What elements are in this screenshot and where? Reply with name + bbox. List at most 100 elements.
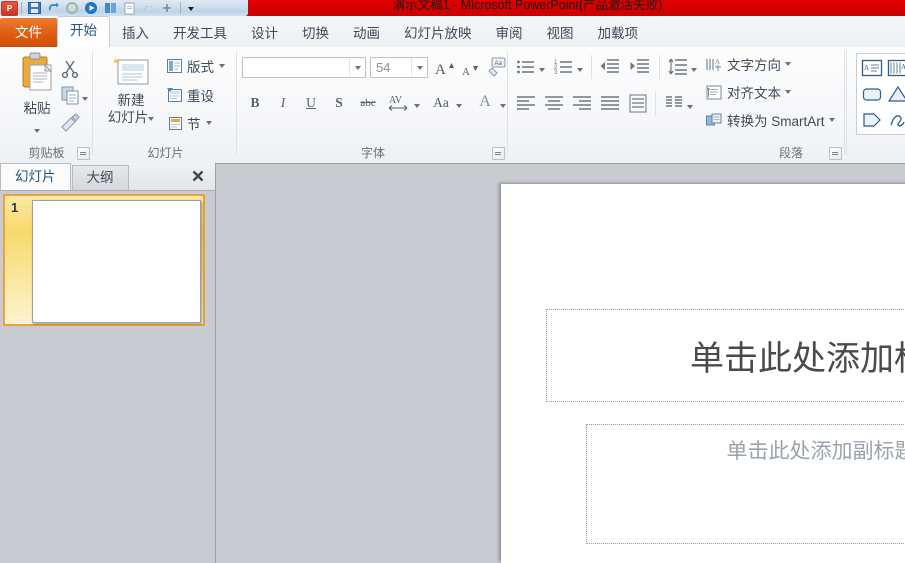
text-box-shape-icon[interactable]: A	[860, 56, 884, 80]
distribute-text-button[interactable]	[627, 93, 649, 115]
strikethrough-button[interactable]: abc	[354, 92, 382, 114]
italic-button[interactable]: I	[272, 92, 294, 114]
new-slide-label-1: 新建	[117, 93, 145, 108]
triangle-shape-icon[interactable]	[886, 82, 905, 106]
grow-font-button[interactable]: A	[432, 56, 456, 79]
undo-icon[interactable]	[46, 1, 61, 15]
quick-access-toolbar[interactable]: P	[0, 0, 248, 16]
text-shadow-button[interactable]: S	[328, 92, 350, 114]
cut-button[interactable]	[58, 56, 82, 80]
smartart-dropdown-arrow[interactable]	[828, 118, 835, 122]
section-button[interactable]: 节	[166, 111, 212, 135]
align-right-button[interactable]	[571, 93, 593, 115]
close-panel-icon[interactable]	[189, 167, 207, 185]
change-case-dropdown-arrow[interactable]	[456, 98, 462, 112]
align-left-button[interactable]	[515, 93, 537, 115]
font-dialog-launcher[interactable]	[492, 147, 505, 160]
pentagon-shape-icon[interactable]	[860, 108, 884, 132]
font-size-dropdown-arrow[interactable]	[411, 58, 427, 77]
reset-icon	[167, 88, 182, 102]
slide-editing-canvas[interactable]: 单击此处添加标题 单击此处添加副标题	[216, 163, 905, 563]
convert-to-smartart-button[interactable]: 转换为 SmartArt	[705, 109, 835, 131]
print-icon[interactable]	[141, 1, 156, 15]
bullets-button[interactable]	[515, 56, 537, 78]
font-size-value[interactable]: 54	[371, 60, 411, 75]
justify-button[interactable]	[599, 93, 621, 115]
new-slide-dropdown-arrow[interactable]	[148, 116, 155, 121]
numbering-dropdown-arrow[interactable]	[577, 62, 583, 76]
svg-text:Aa: Aa	[495, 61, 503, 67]
new-slide-button[interactable]: 新建 幻灯片	[100, 51, 162, 126]
section-dropdown-arrow[interactable]	[205, 121, 212, 125]
align-text-button[interactable]: 对齐文本	[705, 81, 791, 103]
scribble-shape-icon[interactable]	[886, 108, 905, 132]
text-columns-dropdown-arrow[interactable]	[687, 99, 693, 113]
format-painter-button[interactable]	[58, 111, 82, 135]
tab-animations[interactable]: 动画	[341, 21, 392, 47]
app-icon[interactable]: P	[1, 0, 18, 16]
font-size-box[interactable]: 54	[370, 57, 428, 78]
spelling-icon[interactable]	[160, 1, 175, 15]
copy-dropdown-arrow[interactable]	[82, 91, 88, 105]
customize-qat-icon[interactable]	[186, 1, 196, 15]
tab-slideshow[interactable]: 幻灯片放映	[392, 21, 484, 47]
text-direction-button[interactable]: A 文字方向	[705, 53, 791, 75]
text-direction-dropdown-arrow[interactable]	[785, 62, 791, 66]
slide-number: 1	[11, 200, 19, 215]
rounded-rect-shape-icon[interactable]	[860, 82, 884, 106]
slide-thumbnail-item[interactable]: 1	[3, 194, 205, 326]
start-slideshow-icon[interactable]	[84, 1, 99, 15]
text-columns-button[interactable]	[663, 93, 685, 115]
font-name-dropdown-arrow[interactable]	[349, 58, 365, 77]
reset-button[interactable]: 重设	[166, 83, 214, 107]
tab-file[interactable]: 文件	[0, 18, 57, 47]
character-spacing-button[interactable]: AV	[386, 92, 412, 114]
change-case-button[interactable]: Aa	[428, 92, 454, 114]
shapes-gallery[interactable]: A A	[856, 53, 905, 135]
bold-button[interactable]: B	[244, 92, 266, 114]
tab-home[interactable]: 开始	[57, 16, 110, 47]
font-color-dropdown-arrow[interactable]	[500, 98, 506, 112]
new-icon[interactable]	[103, 1, 118, 15]
tab-view[interactable]: 视图	[535, 21, 586, 47]
panel-tab-slides[interactable]: 幻灯片	[0, 163, 71, 190]
clipboard-dialog-launcher[interactable]	[77, 147, 90, 160]
align-text-dropdown-arrow[interactable]	[785, 90, 791, 94]
open-icon[interactable]	[122, 1, 137, 15]
font-name-box[interactable]	[242, 57, 366, 78]
layout-dropdown-arrow[interactable]	[219, 64, 225, 68]
decrease-indent-button[interactable]	[599, 56, 621, 78]
underline-button[interactable]: U	[300, 92, 322, 114]
title-placeholder[interactable]: 单击此处添加标题	[546, 309, 905, 402]
paste-icon	[17, 51, 57, 95]
layout-button[interactable]: 版式	[166, 54, 225, 78]
bullets-dropdown-arrow[interactable]	[539, 62, 545, 76]
save-icon[interactable]	[27, 1, 42, 15]
layout-label: 版式	[187, 60, 214, 75]
numbering-button[interactable]: 123	[553, 56, 575, 78]
tab-design[interactable]: 设计	[239, 21, 290, 47]
font-color-button[interactable]: A	[474, 91, 496, 113]
redo-icon[interactable]	[65, 1, 80, 15]
align-center-button[interactable]	[543, 93, 565, 115]
ribbon-group-font: 54 A A Aa B I U S abc AV Aa A 字体	[238, 47, 508, 163]
shrink-font-button[interactable]: A	[458, 58, 482, 79]
vertical-text-shape-icon[interactable]: A	[886, 56, 905, 80]
increase-indent-button[interactable]	[629, 56, 651, 78]
tab-insert[interactable]: 插入	[110, 21, 161, 47]
slide-thumbnail-preview[interactable]	[32, 200, 201, 323]
paragraph-dialog-launcher[interactable]	[829, 147, 842, 160]
qat-divider	[21, 2, 22, 14]
current-slide[interactable]: 单击此处添加标题 单击此处添加副标题	[501, 184, 905, 563]
line-spacing-button[interactable]	[667, 56, 689, 78]
tab-review[interactable]: 审阅	[484, 21, 535, 47]
copy-button[interactable]	[58, 83, 82, 107]
subtitle-placeholder[interactable]: 单击此处添加副标题	[586, 424, 905, 544]
tab-developer[interactable]: 开发工具	[161, 21, 239, 47]
tab-transitions[interactable]: 切换	[290, 21, 341, 47]
svg-text:A: A	[901, 63, 905, 71]
tab-addins[interactable]: 加载项	[586, 21, 651, 47]
line-spacing-dropdown-arrow[interactable]	[691, 62, 697, 76]
panel-tab-outline[interactable]: 大纲	[71, 165, 129, 190]
character-spacing-dropdown-arrow[interactable]	[414, 98, 420, 112]
